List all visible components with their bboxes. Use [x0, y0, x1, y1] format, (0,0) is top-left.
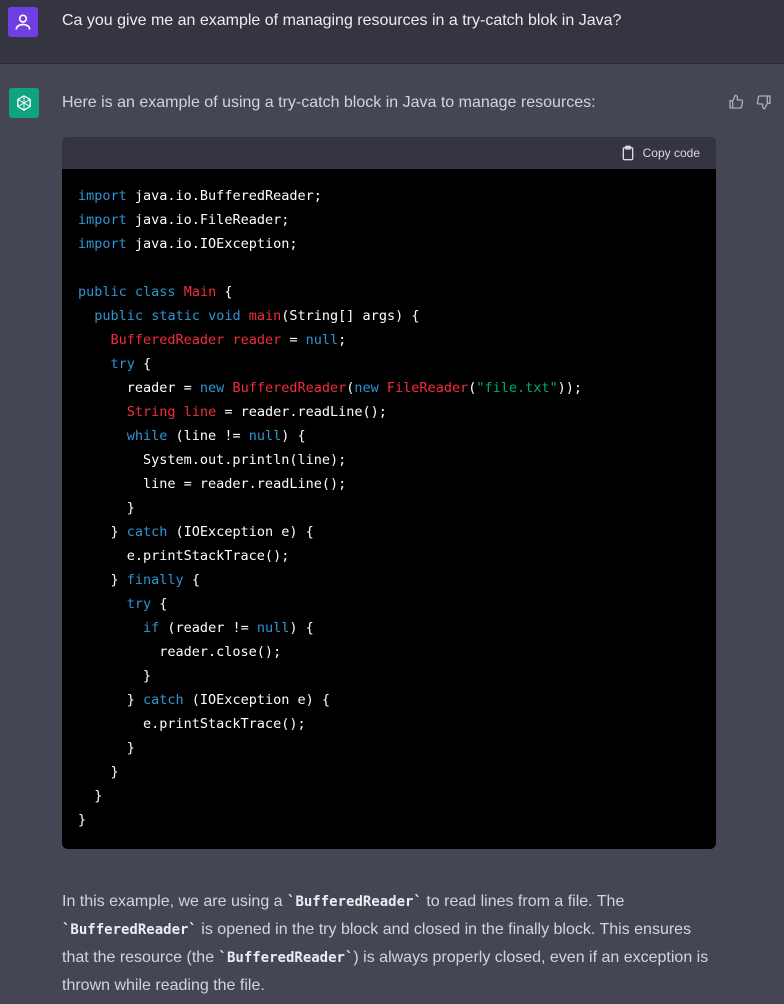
inline-code: `BufferedReader` [62, 922, 197, 938]
copy-code-button[interactable]: Copy code [620, 145, 700, 161]
thumbs-down-icon[interactable] [754, 92, 774, 112]
code-line: } catch (IOException e) { [78, 524, 314, 540]
code-line: e.printStackTrace(); [78, 716, 306, 732]
code-line: import java.io.BufferedReader; [78, 188, 322, 204]
assistant-explanation: In this example, we are using a `Buffere… [62, 888, 722, 1000]
code-line: import java.io.IOException; [78, 236, 298, 252]
copy-code-label: Copy code [642, 146, 700, 160]
explanation-text: to read lines from a file. The [421, 893, 625, 910]
code-line: String line = reader.readLine(); [126, 404, 387, 420]
code-line: line = reader.readLine(); [78, 476, 347, 492]
code-line: } [78, 788, 103, 804]
user-message-row: Ca you give me an example of managing re… [0, 0, 784, 64]
code-line: public static void main(String[] args) { [94, 308, 420, 324]
code-line: } [78, 668, 152, 684]
inline-code: `BufferedReader` [218, 950, 354, 966]
thumbs-up-icon[interactable] [726, 92, 746, 112]
code-line: public class Main { [78, 284, 233, 300]
code-block-header: Copy code [62, 137, 716, 169]
clipboard-icon [622, 145, 633, 161]
code-block: Copy code import java.io.BufferedReader;… [62, 137, 716, 849]
code-line: BufferedReader reader = null; [110, 332, 347, 348]
code-line: } catch (IOException e) { [78, 692, 330, 708]
code-content: import java.io.BufferedReader; import ja… [62, 169, 716, 832]
code-line: } [78, 500, 135, 516]
inline-code: `BufferedReader` [287, 894, 422, 910]
code-line: } [78, 764, 119, 780]
code-line: while (line != null) { [126, 428, 306, 444]
code-line: } [78, 812, 87, 828]
code-line: if (reader != null) { [143, 620, 314, 636]
code-line: e.printStackTrace(); [78, 548, 290, 564]
code-line: try { [110, 356, 152, 372]
code-line: try { [126, 596, 168, 612]
user-icon [8, 7, 38, 37]
assistant-intro: Here is an example of using a try-catch … [62, 94, 596, 111]
explanation-text: In this example, we are using a [62, 893, 288, 910]
user-message-text: Ca you give me an example of managing re… [62, 12, 622, 29]
code-line: } finally { [78, 572, 200, 588]
code-line: import java.io.FileReader; [78, 212, 290, 228]
code-line: reader.close(); [78, 644, 282, 660]
code-line: } [78, 740, 135, 756]
code-line: System.out.println(line); [78, 452, 347, 468]
code-line: reader = new BufferedReader(new FileRead… [78, 380, 583, 396]
openai-logo-icon [9, 88, 39, 118]
